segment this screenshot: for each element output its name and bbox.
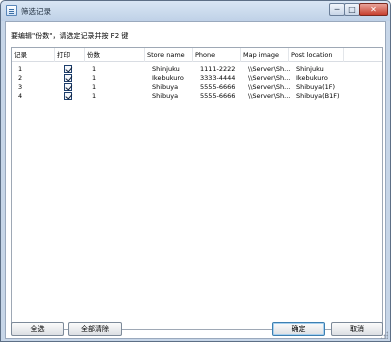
clear-all-button[interactable]: 全部清除	[68, 322, 122, 336]
select-all-button[interactable]: 全选	[11, 322, 64, 336]
minimize-button[interactable]: ─	[329, 3, 345, 16]
records-list[interactable]: 记录 打印 份数 Store name Phone Map image Post…	[11, 47, 383, 330]
cell-phone: 5555-6666	[200, 83, 236, 91]
cancel-button[interactable]: 取消	[331, 322, 383, 336]
ok-button[interactable]: 确定	[272, 322, 325, 336]
app-icon	[6, 5, 17, 16]
header-store-name[interactable]: Store name	[145, 48, 193, 62]
cell-map-image: \\Server\Sh...	[248, 92, 291, 100]
cell-phone: 1111-2222	[200, 65, 236, 73]
cell-store-name: Ikebukuro	[152, 74, 184, 82]
maximize-button[interactable]: □	[344, 3, 360, 16]
cell-copies: 1	[92, 92, 97, 100]
cell-phone: 5555-6666	[200, 92, 236, 100]
header-record[interactable]: 记录	[12, 48, 55, 62]
print-checkbox[interactable]	[64, 92, 72, 100]
print-checkbox[interactable]	[64, 83, 72, 91]
cell-phone: 3333-4444	[200, 74, 236, 82]
dialog-body: 要编辑"份数"，请选定记录并按 F2 键 记录 打印 份数 Store name…	[5, 21, 386, 339]
cell-store-name: Shinjuku	[152, 65, 180, 73]
header-copies[interactable]: 份数	[85, 48, 145, 62]
table-row[interactable]: 2 1 Ikebukuro 3333-4444 \\Server\Sh... I…	[12, 74, 382, 82]
cell-map-image: \\Server\Sh...	[248, 74, 291, 82]
header-print[interactable]: 打印	[55, 48, 85, 62]
close-button[interactable]: ✕	[359, 3, 388, 16]
cell-post-location: Shibuya(1F)	[296, 83, 336, 91]
cell-record: 3	[18, 83, 23, 91]
cell-store-name: Shibuya	[152, 92, 179, 100]
header-phone[interactable]: Phone	[193, 48, 241, 62]
cell-record: 2	[18, 74, 23, 82]
print-checkbox[interactable]	[64, 74, 72, 82]
cell-copies: 1	[92, 83, 97, 91]
header-map-image[interactable]: Map image	[241, 48, 289, 62]
cell-post-location: Shinjuku	[296, 65, 324, 73]
cell-copies: 1	[92, 65, 97, 73]
header-post-location[interactable]: Post location	[289, 48, 344, 62]
instruction-text: 要编辑"份数"，请选定记录并按 F2 键	[11, 32, 129, 40]
list-header: 记录 打印 份数 Store name Phone Map image Post…	[12, 48, 382, 62]
print-checkbox[interactable]	[64, 65, 72, 73]
cell-store-name: Shibuya	[152, 83, 179, 91]
table-row[interactable]: 1 1 Shinjuku 1111-2222 \\Server\Sh... Sh…	[12, 65, 382, 73]
table-row[interactable]: 3 1 Shibuya 5555-6666 \\Server\Sh... Shi…	[12, 83, 382, 91]
cell-map-image: \\Server\Sh...	[248, 83, 291, 91]
cell-record: 4	[18, 92, 23, 100]
cell-post-location: Shibuya(B1F)	[296, 92, 340, 100]
window-title: 筛选记录	[21, 7, 51, 16]
filter-records-dialog: 筛选记录 ─ □ ✕ 要编辑"份数"，请选定记录并按 F2 键 记录 打印 份数…	[0, 0, 391, 342]
table-row[interactable]: 4 1 Shibuya 5555-6666 \\Server\Sh... Shi…	[12, 92, 382, 100]
cell-map-image: \\Server\Sh...	[248, 65, 291, 73]
cell-copies: 1	[92, 74, 97, 82]
cell-post-location: Ikebukuro	[296, 74, 328, 82]
title-bar[interactable]: 筛选记录 ─ □ ✕	[1, 1, 390, 21]
cell-record: 1	[18, 65, 23, 73]
